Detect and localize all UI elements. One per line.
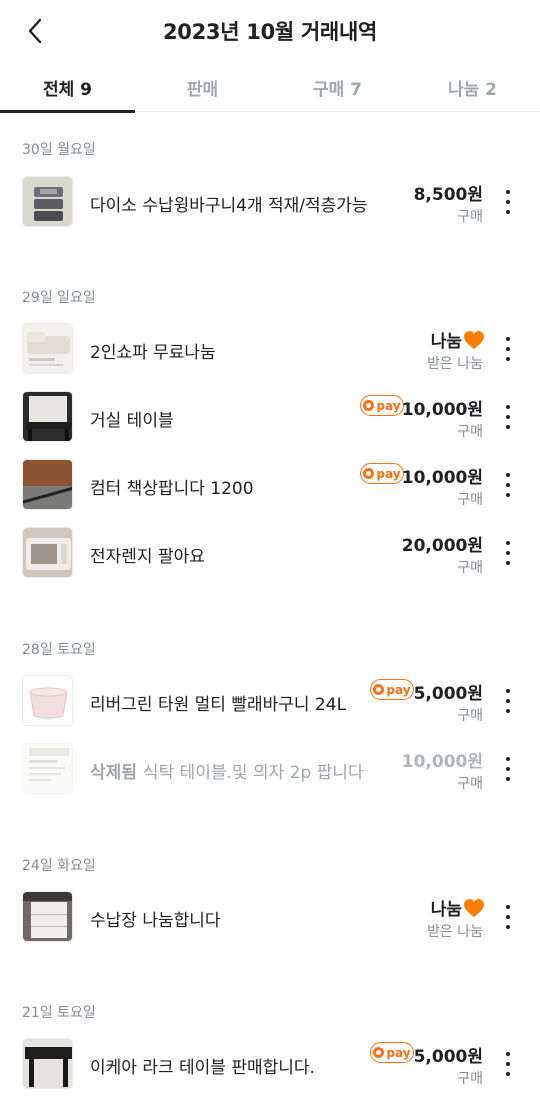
item-thumbnail — [22, 527, 73, 578]
transaction-row[interactable]: 수납장 나눔합니다 나눔 받은 나눔 — [0, 883, 540, 951]
tab-buy[interactable]: 구매 7 — [270, 62, 405, 112]
pay-badge: pay — [360, 395, 404, 416]
tab-sell[interactable]: 판매 — [135, 62, 270, 112]
transaction-row[interactable]: 컴터 책상팝니다 1200 pay 10,000원 구매 — [0, 451, 540, 519]
transaction-type: 구매 — [457, 560, 483, 576]
section-date-label: 21일 토요일 — [22, 1005, 96, 1021]
transaction-type: 구매 — [457, 209, 483, 225]
item-price: 5,000원 — [413, 1047, 483, 1067]
pay-logo-icon — [363, 400, 375, 411]
more-options-button[interactable] — [498, 687, 518, 715]
more-options-button[interactable] — [498, 403, 518, 431]
transaction-type: 받은 나눔 — [427, 924, 483, 940]
item-title: 거실 테이블 — [90, 411, 174, 431]
transaction-type: 구매 — [457, 708, 483, 724]
more-options-button[interactable] — [498, 755, 518, 783]
more-options-button[interactable] — [498, 188, 518, 216]
pay-logo-icon — [363, 468, 375, 479]
transaction-row[interactable]: 다이소 수납윙바구니4개 적재/적층가능 8,500원 구매 — [0, 168, 540, 236]
item-price: 10,000원 — [401, 752, 483, 772]
pay-badge: pay — [370, 1042, 414, 1063]
transaction-row[interactable]: 삭제됨 식탁 테이블.및 의자 2p 팝니다 10,000원 구매 — [0, 735, 540, 803]
page-title: 2023년 10월 거래내역 — [162, 20, 377, 44]
tab-share[interactable]: 나눔 2 — [405, 62, 540, 112]
transaction-row[interactable]: 전자렌지 팔아요 20,000원 구매 — [0, 519, 540, 587]
item-title: 컴터 책상팝니다 1200 — [90, 479, 254, 499]
section-date-label: 30일 월요일 — [22, 142, 96, 158]
item-thumbnail — [22, 675, 73, 726]
transaction-type: 구매 — [457, 424, 483, 440]
item-title: 다이소 수납윙바구니4개 적재/적층가능 — [90, 196, 368, 216]
item-title: 전자렌지 팔아요 — [90, 547, 205, 567]
item-price: 10,000원 — [401, 400, 483, 420]
item-thumbnail — [22, 743, 73, 794]
item-thumbnail — [22, 1038, 73, 1089]
section-date-label: 29일 일요일 — [22, 290, 96, 306]
item-thumbnail — [22, 391, 73, 442]
section-date-label: 24일 화요일 — [22, 858, 96, 874]
item-title: 이케아 라크 테이블 판매합니다. — [90, 1058, 315, 1078]
item-price: 10,000원 — [401, 468, 483, 488]
transaction-type: 구매 — [457, 1071, 483, 1087]
more-options-button[interactable] — [498, 335, 518, 363]
transaction-type: 구매 — [457, 776, 483, 792]
pay-logo-icon — [373, 1047, 385, 1058]
transaction-type: 구매 — [457, 492, 483, 508]
item-title: 리버그린 타원 멀티 빨래바구니 24L — [90, 695, 347, 715]
item-title: 수납장 나눔합니다 — [90, 911, 221, 931]
more-options-button[interactable] — [498, 903, 518, 931]
item-price: 5,000원 — [413, 684, 483, 704]
item-price: 나눔 — [431, 895, 485, 920]
item-thumbnail — [22, 459, 73, 510]
transaction-row[interactable]: 거실 테이블 pay 10,000원 구매 — [0, 383, 540, 451]
item-title: 2인쇼파 무료나눔 — [90, 343, 216, 363]
item-title: 삭제됨 식탁 테이블.및 의자 2p 팝니다 — [90, 763, 364, 783]
app-header: 2023년 10월 거래내역 — [0, 0, 540, 62]
pay-badge: pay — [370, 679, 414, 700]
heart-icon — [464, 899, 484, 917]
section-date-label: 28일 토요일 — [22, 642, 96, 658]
tab-bar: 전체 9 판매 구매 7 나눔 2 — [0, 62, 540, 113]
tab-all[interactable]: 전체 9 — [0, 62, 135, 113]
more-options-button[interactable] — [498, 471, 518, 499]
deleted-badge: 삭제됨 — [90, 763, 137, 783]
item-price: 나눔 — [431, 327, 485, 352]
item-price: 8,500원 — [413, 185, 483, 205]
heart-icon — [464, 331, 484, 349]
item-price: 20,000원 — [401, 536, 483, 556]
transaction-row[interactable]: 2인쇼파 무료나눔 나눔 받은 나눔 — [0, 315, 540, 383]
pay-badge: pay — [360, 463, 404, 484]
item-thumbnail — [22, 176, 73, 227]
transaction-type: 받은 나눔 — [427, 356, 483, 372]
more-options-button[interactable] — [498, 539, 518, 567]
more-options-button[interactable] — [498, 1050, 518, 1078]
item-thumbnail — [22, 891, 73, 942]
transaction-row[interactable]: 리버그린 타원 멀티 빨래바구니 24L pay 5,000원 구매 — [0, 667, 540, 735]
transaction-row[interactable]: 이케아 라크 테이블 판매합니다. pay 5,000원 구매 — [0, 1030, 540, 1098]
item-thumbnail — [22, 323, 73, 374]
pay-logo-icon — [373, 684, 385, 695]
